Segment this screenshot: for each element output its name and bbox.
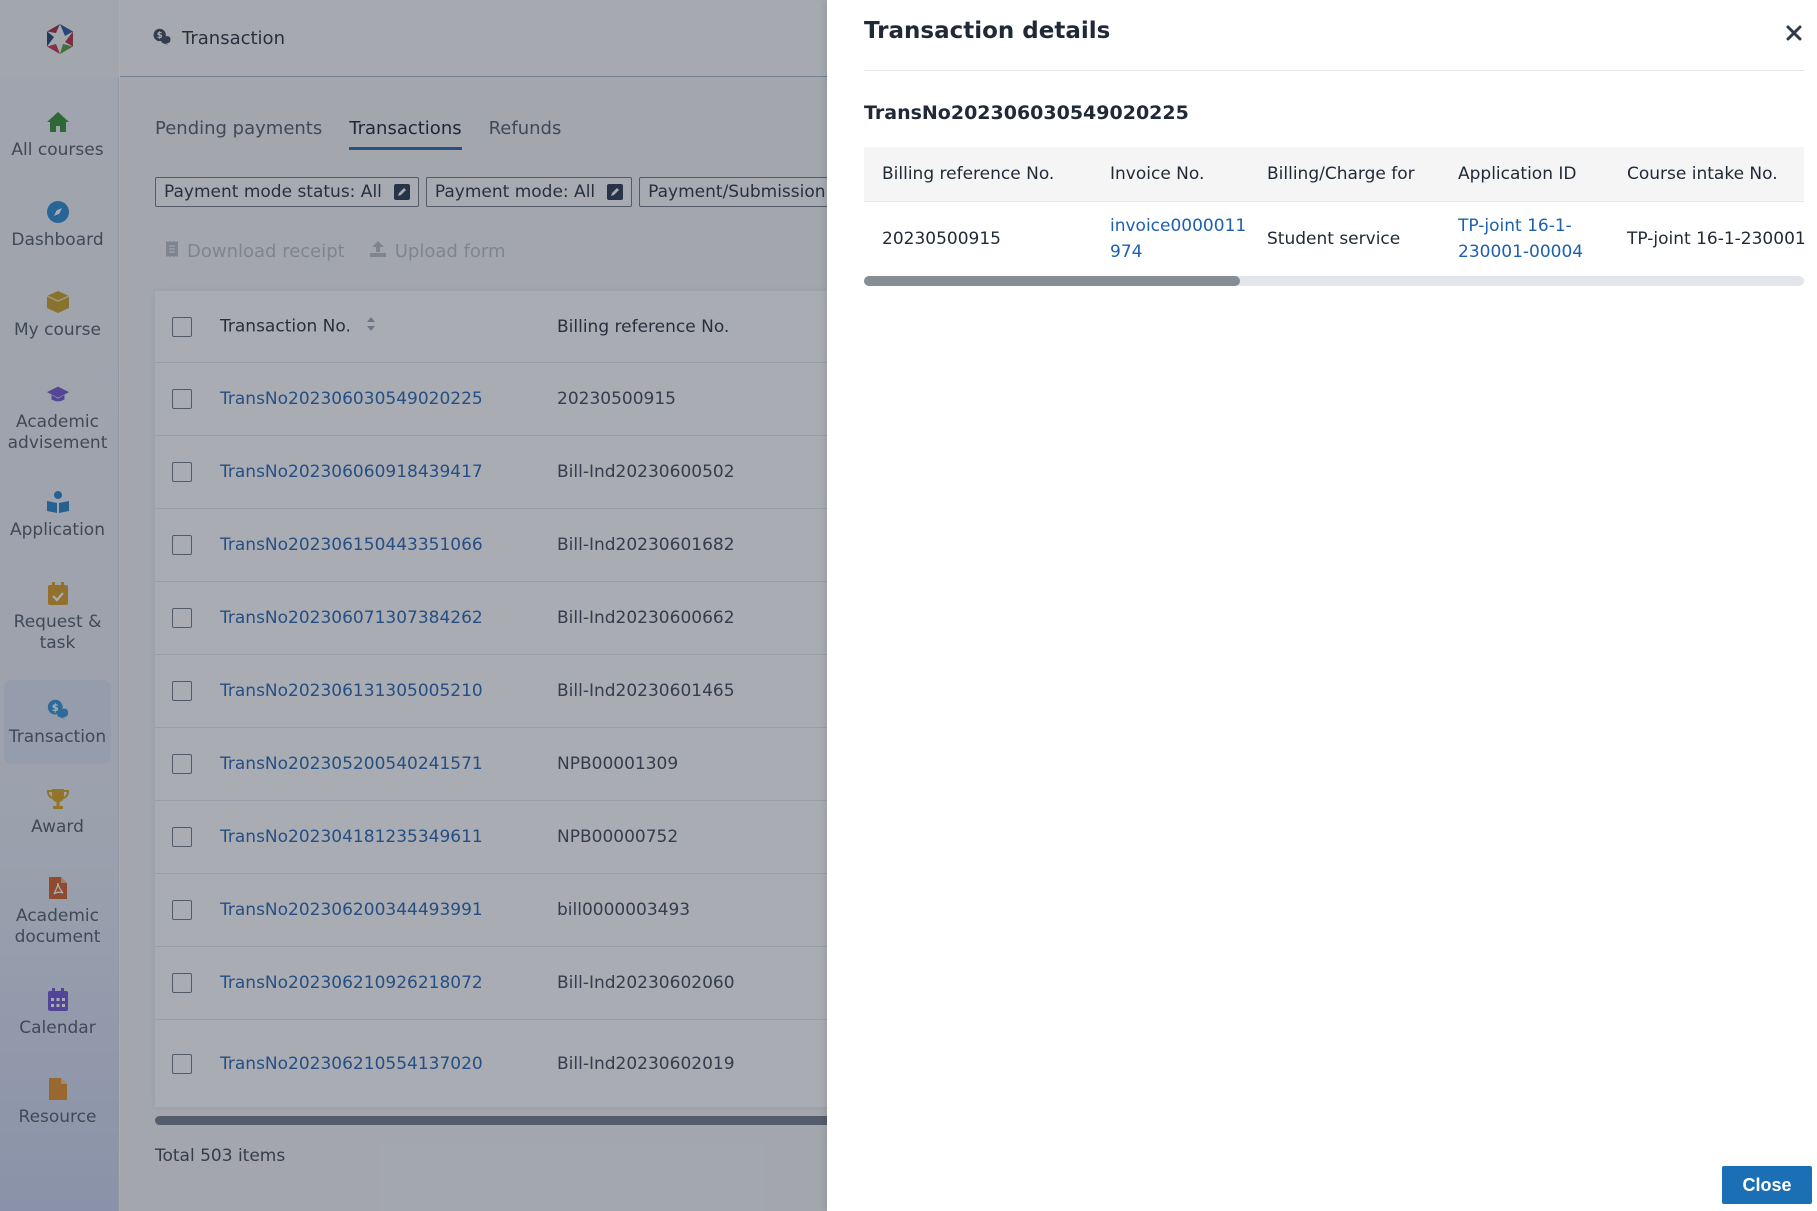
details-header-row: Billing reference No. Invoice No. Billin… [864, 147, 1804, 202]
application-id-link[interactable]: TP-joint 16-1-230001-00004 [1458, 213, 1598, 265]
transaction-details-table: Billing reference No. Invoice No. Billin… [864, 147, 1806, 275]
details-row: 20230500915 invoice0000011974 Student se… [864, 202, 1806, 275]
column-header-billing-ref: Billing reference No. [882, 164, 1055, 184]
column-header-application-id: Application ID [1458, 164, 1577, 184]
course-intake-value: TP-joint 16-1-230001 [1627, 228, 1806, 249]
scrollbar-thumb[interactable] [864, 276, 1240, 286]
close-icon[interactable] [1783, 22, 1805, 44]
modal-backdrop[interactable] [0, 0, 827, 1211]
drawer-divider [864, 70, 1804, 71]
close-button[interactable]: Close [1722, 1166, 1812, 1204]
billing-ref-value: 20230500915 [882, 228, 1001, 249]
transaction-details-drawer: Transaction details TransNo2023060305490… [827, 0, 1817, 1211]
invoice-no-link[interactable]: invoice0000011974 [1110, 213, 1250, 265]
transaction-number-heading: TransNo202306030549020225 [864, 102, 1189, 124]
charge-for-value: Student service [1267, 228, 1401, 249]
details-horizontal-scrollbar[interactable] [864, 276, 1804, 286]
column-header-charge-for: Billing/Charge for [1267, 164, 1415, 184]
column-header-course-intake: Course intake No. [1627, 164, 1778, 184]
column-header-invoice-no: Invoice No. [1110, 164, 1205, 184]
drawer-title: Transaction details [864, 18, 1111, 44]
